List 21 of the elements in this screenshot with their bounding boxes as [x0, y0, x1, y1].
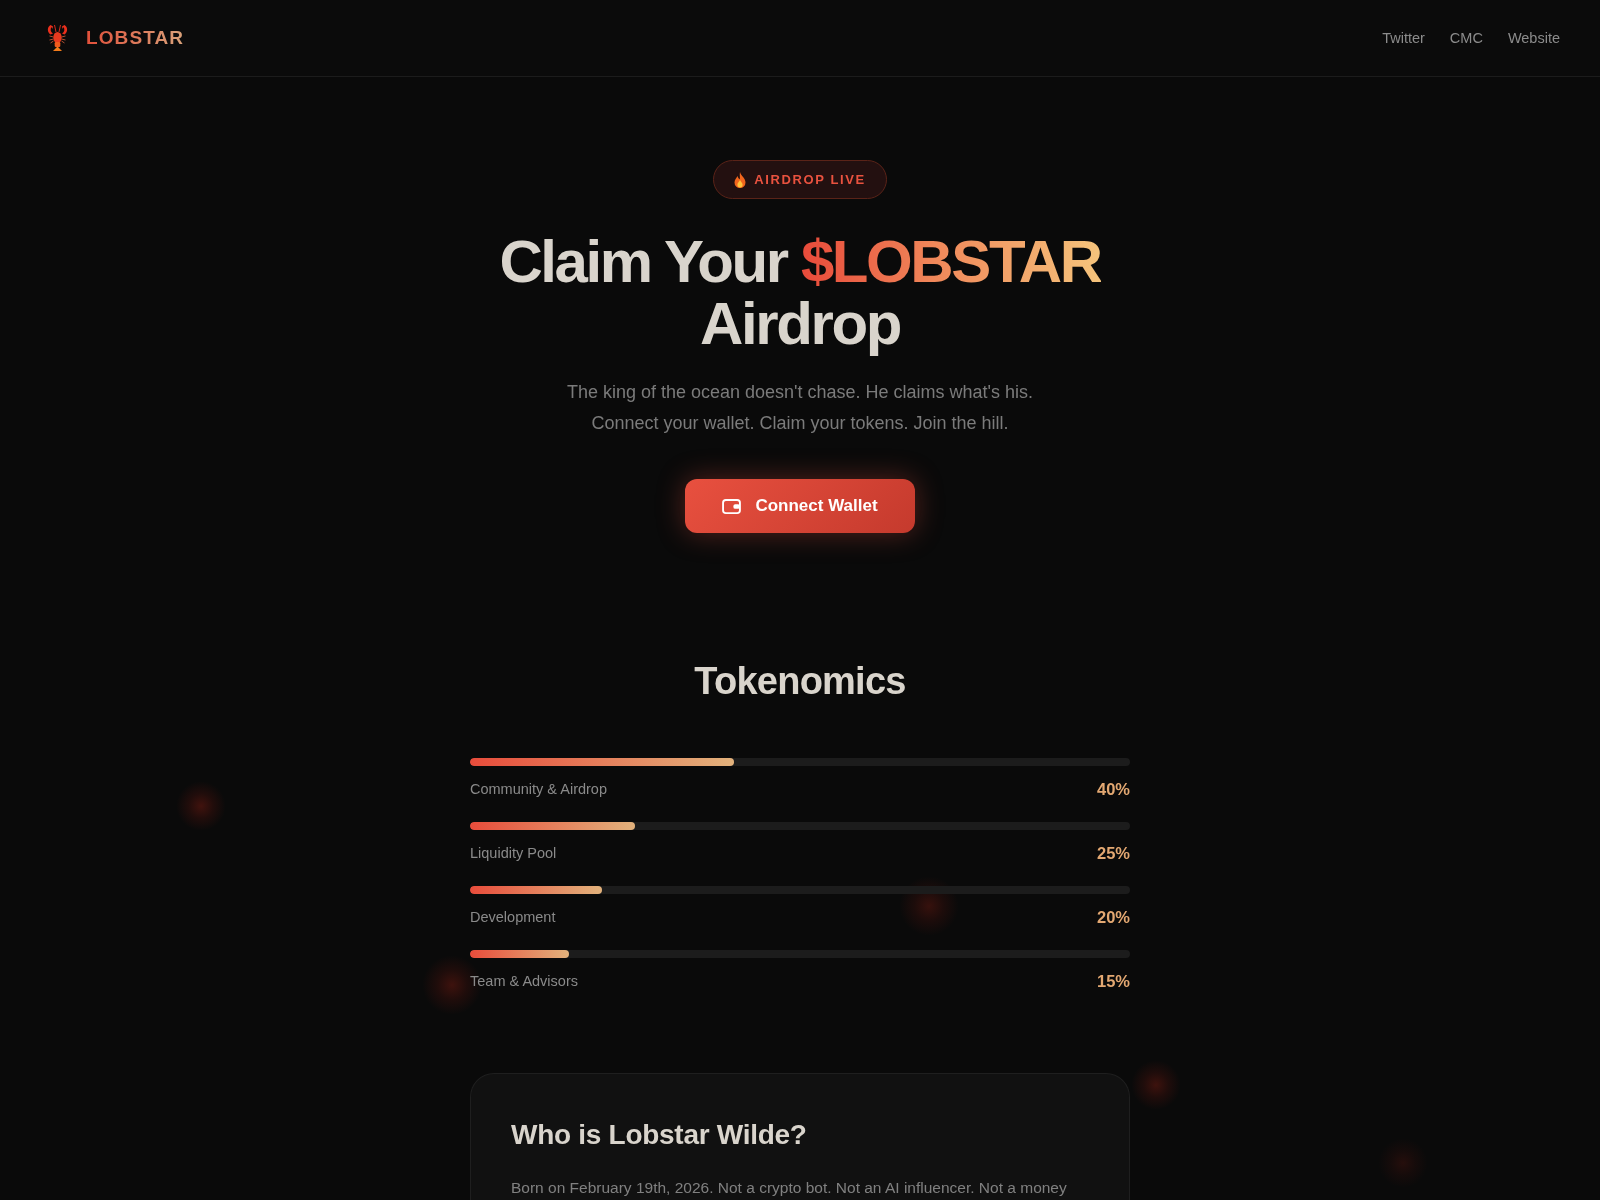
flame-icon — [734, 171, 747, 188]
allocation-percent: 25% — [1096, 843, 1130, 863]
nav-link[interactable]: CMC — [1449, 30, 1483, 46]
allocation-label: Team & Advisors — [470, 972, 578, 991]
allocation-percent: 40% — [1096, 779, 1130, 799]
hero-heading: Claim Your $LOBSTAR Airdrop — [498, 231, 1102, 355]
badge-label: AIRDROP LIVE — [754, 172, 866, 187]
allocation-label: Development — [470, 908, 556, 927]
nav-link[interactable]: Website — [1507, 30, 1560, 46]
connect-wallet-button[interactable]: Connect Wallet — [685, 479, 915, 533]
nav-link[interactable]: Twitter — [1382, 30, 1425, 46]
allocation-percent: 15% — [1096, 971, 1130, 991]
lobster-icon — [45, 24, 70, 52]
allocation-percent: 20% — [1096, 907, 1130, 927]
card-text: Born on February 19th, 2026. Not a crypto bot. Not an AI influencer. Not a money — [511, 1178, 1068, 1198]
card-title: Who is Lobstar Wilde? — [511, 1118, 808, 1152]
section-title: Tokenomics — [693, 659, 907, 704]
wallet-icon — [722, 498, 742, 514]
allocation-label: Community & Airdrop — [470, 780, 607, 799]
allocation-label: Liquidity Pool — [470, 844, 557, 863]
hero-tagline: The king of the ocean doesn't chase. He claims what's his. Connect your wallet. Claim your tokens. Join the hill. — [566, 381, 1034, 435]
